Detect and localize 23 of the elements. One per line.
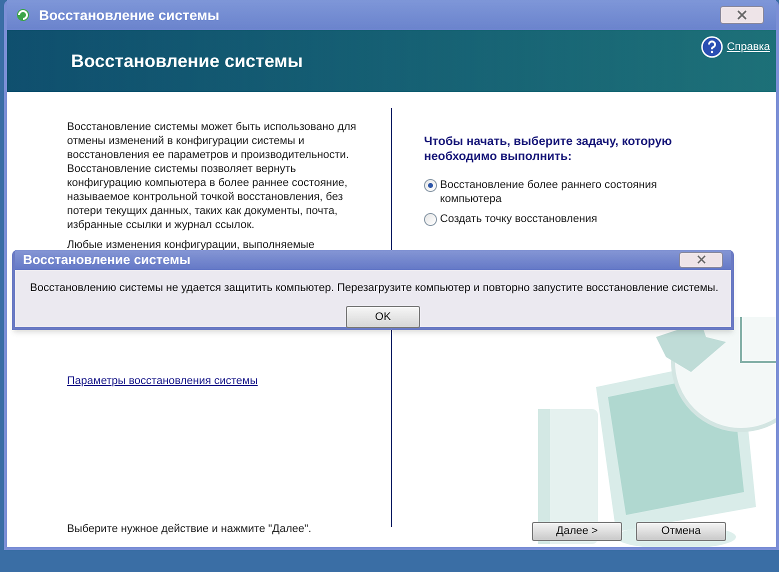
wizard-button[interactable]: Далее > — [532, 522, 622, 541]
description-text: Восстановление системы может быть использовано для отмены изменений в конфигурации системы и восстановления ее параметров и производительности. Восстановление системы позволяет вернуть конфигурацию компьютера в более раннее состояние, называемое контрольной точкой восстановления, без потери текущих данных, таких как документы, почта, избранные ссылки и журнал ссылок. — [67, 120, 358, 232]
close-button[interactable] — [679, 252, 723, 268]
help-icon — [700, 36, 723, 58]
close-icon — [737, 10, 747, 20]
ok-button[interactable]: OK — [346, 306, 420, 328]
wizard-button[interactable]: Отмена — [636, 522, 726, 541]
hint-text: Выберите нужное действие и нажмите "Далее". — [67, 522, 312, 536]
radio-button[interactable] — [424, 213, 437, 226]
prompt-text: Чтобы начать, выберите задачу, которую необходимо выполнить: — [424, 134, 673, 164]
close-icon — [696, 255, 706, 264]
radio-option[interactable]: Восстановление более раннего состояния компьютера — [424, 178, 776, 206]
restore-icon — [15, 7, 31, 23]
dialog-title: Восстановление системы — [23, 251, 190, 269]
page-heading: Восстановление системы — [71, 50, 303, 72]
radio-option[interactable]: Создать точку восстановления — [424, 212, 776, 226]
close-button[interactable] — [720, 6, 764, 24]
dialog-message: Восстановлению системы не удается защитить компьютер. Перезагрузите компьютер и повторно запустите восстановление системы. — [30, 280, 720, 296]
help-link[interactable]: Справка — [726, 38, 770, 56]
description-text: Любые изменения конфигурации, выполняемые — [67, 238, 316, 252]
radio-button[interactable] — [424, 179, 437, 192]
settings-link[interactable]: Параметры восстановления системы — [67, 373, 373, 390]
window-title: Восстановление системы — [39, 6, 220, 24]
